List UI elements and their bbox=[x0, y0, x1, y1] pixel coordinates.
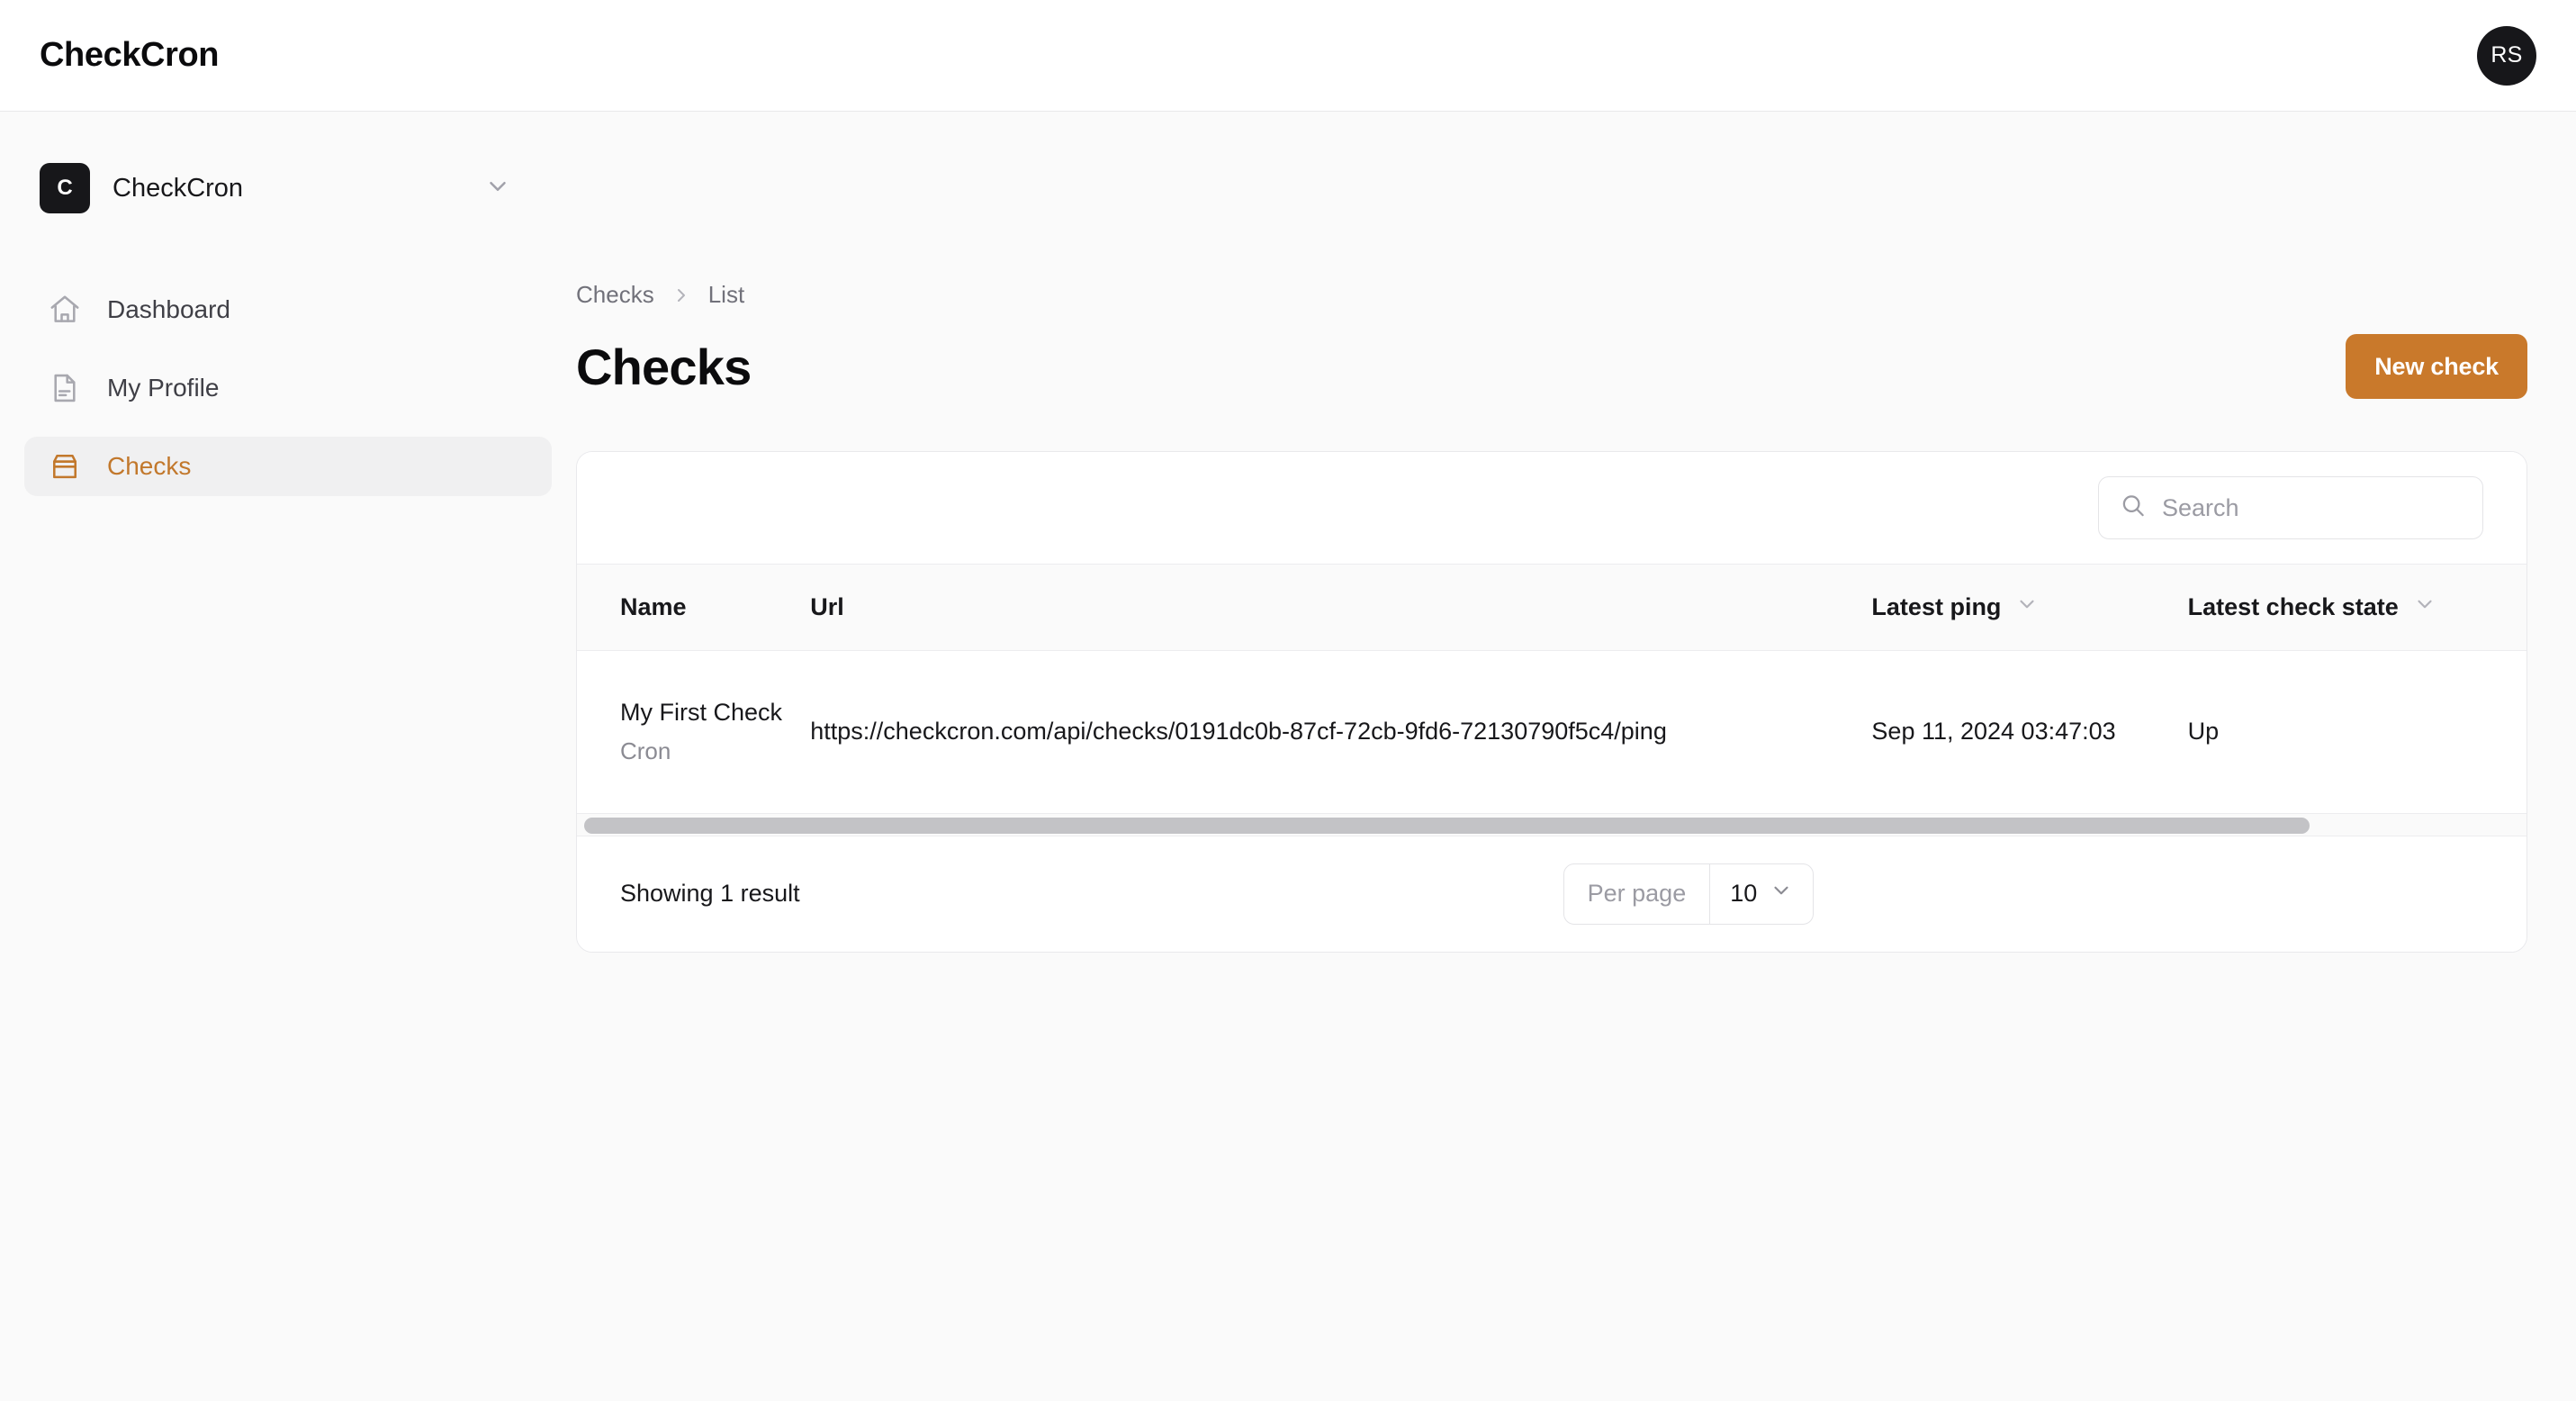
avatar[interactable]: RS bbox=[2477, 25, 2536, 86]
sidebar-item-label: Checks bbox=[107, 452, 192, 480]
cell-url: https://checkcron.com/api/checks/0191dc0… bbox=[810, 718, 1667, 746]
check-type: Cron bbox=[620, 737, 671, 764]
per-page-control: Per page 10 bbox=[1563, 863, 1815, 925]
table-head: Name Url Latest ping Latest check state bbox=[577, 564, 2526, 651]
breadcrumb-item-list[interactable]: List bbox=[708, 281, 744, 309]
chevron-down-icon bbox=[484, 173, 511, 204]
table-toolbar bbox=[577, 452, 2526, 564]
per-page-value: 10 bbox=[1730, 880, 1758, 907]
table-body: My First Check Cron https://checkcron.co… bbox=[577, 651, 2526, 813]
column-header-name: Name bbox=[577, 564, 811, 651]
breadcrumb: Checks List bbox=[576, 281, 2527, 309]
column-header-label: Latest ping bbox=[1871, 593, 2002, 620]
page-title: Checks bbox=[576, 338, 752, 395]
new-check-button[interactable]: New check bbox=[2346, 334, 2527, 399]
sidebar: C CheckCron Dashboard My Profile Checks bbox=[0, 112, 576, 1401]
main-content: Checks List Checks New check Search Name… bbox=[576, 112, 2576, 1401]
sidebar-item-checks[interactable]: Checks bbox=[24, 437, 552, 496]
sidebar-item-label: My Profile bbox=[107, 374, 220, 402]
org-logo: C bbox=[40, 163, 90, 213]
cell-name: My First Check Cron bbox=[577, 651, 810, 813]
page-header: Checks New check bbox=[576, 334, 2527, 399]
cell-latest-check-state: Up bbox=[2187, 718, 2220, 746]
breadcrumb-item-checks[interactable]: Checks bbox=[576, 281, 654, 309]
results-count: Showing 1 result bbox=[620, 880, 800, 907]
column-header-latest-check-state[interactable]: Latest check state bbox=[2187, 564, 2526, 651]
column-header-label: Name bbox=[620, 593, 687, 620]
chevron-down-icon bbox=[2413, 592, 2436, 622]
column-header-url: Url bbox=[810, 564, 1872, 651]
avatar-initials: RS bbox=[2490, 42, 2523, 68]
column-header-label: Url bbox=[810, 593, 844, 620]
app-shell: C CheckCron Dashboard My Profile Checks … bbox=[0, 112, 2576, 1401]
search-field bbox=[2098, 476, 2483, 539]
document-icon bbox=[48, 371, 82, 405]
search-input[interactable] bbox=[2098, 476, 2483, 539]
sidebar-nav: Dashboard My Profile Checks bbox=[0, 280, 576, 496]
table-header-row: Name Url Latest ping Latest check state bbox=[577, 564, 2526, 651]
cell-latest-ping: Sep 11, 2024 03:47:03 bbox=[1871, 718, 2116, 746]
column-header-label: Latest check state bbox=[2187, 593, 2399, 620]
home-icon bbox=[48, 293, 82, 327]
horizontal-scrollbar[interactable] bbox=[577, 812, 2526, 836]
search-icon bbox=[2120, 493, 2147, 524]
sidebar-item-dashboard[interactable]: Dashboard bbox=[24, 280, 552, 339]
org-switcher[interactable]: C CheckCron bbox=[40, 163, 511, 213]
column-header-latest-ping[interactable]: Latest ping bbox=[1871, 564, 2188, 651]
chevron-down-icon bbox=[1770, 879, 1793, 908]
checks-table: Name Url Latest ping Latest check state … bbox=[577, 564, 2526, 813]
table-row[interactable]: My First Check Cron https://checkcron.co… bbox=[577, 651, 2526, 813]
chevron-right-icon bbox=[671, 285, 692, 306]
check-name: My First Check bbox=[620, 698, 783, 726]
table-footer: Showing 1 result Per page 10 bbox=[577, 836, 2526, 952]
checks-table-card: Name Url Latest ping bbox=[576, 451, 2527, 953]
per-page-select[interactable]: 10 bbox=[1710, 864, 1813, 924]
app-brand: CheckCron bbox=[40, 36, 220, 74]
org-name: CheckCron bbox=[113, 173, 244, 203]
archive-box-icon bbox=[48, 449, 82, 484]
org-logo-letter: C bbox=[57, 176, 73, 200]
chevron-down-icon bbox=[2015, 592, 2039, 622]
sidebar-item-label: Dashboard bbox=[107, 295, 230, 323]
table-scroll-container: Name Url Latest ping Latest check state … bbox=[577, 564, 2526, 813]
top-bar: CheckCron RS bbox=[0, 0, 2576, 112]
per-page-label: Per page bbox=[1564, 863, 1711, 924]
sidebar-item-my-profile[interactable]: My Profile bbox=[24, 358, 552, 418]
horizontal-scrollbar-thumb[interactable] bbox=[584, 817, 2310, 834]
